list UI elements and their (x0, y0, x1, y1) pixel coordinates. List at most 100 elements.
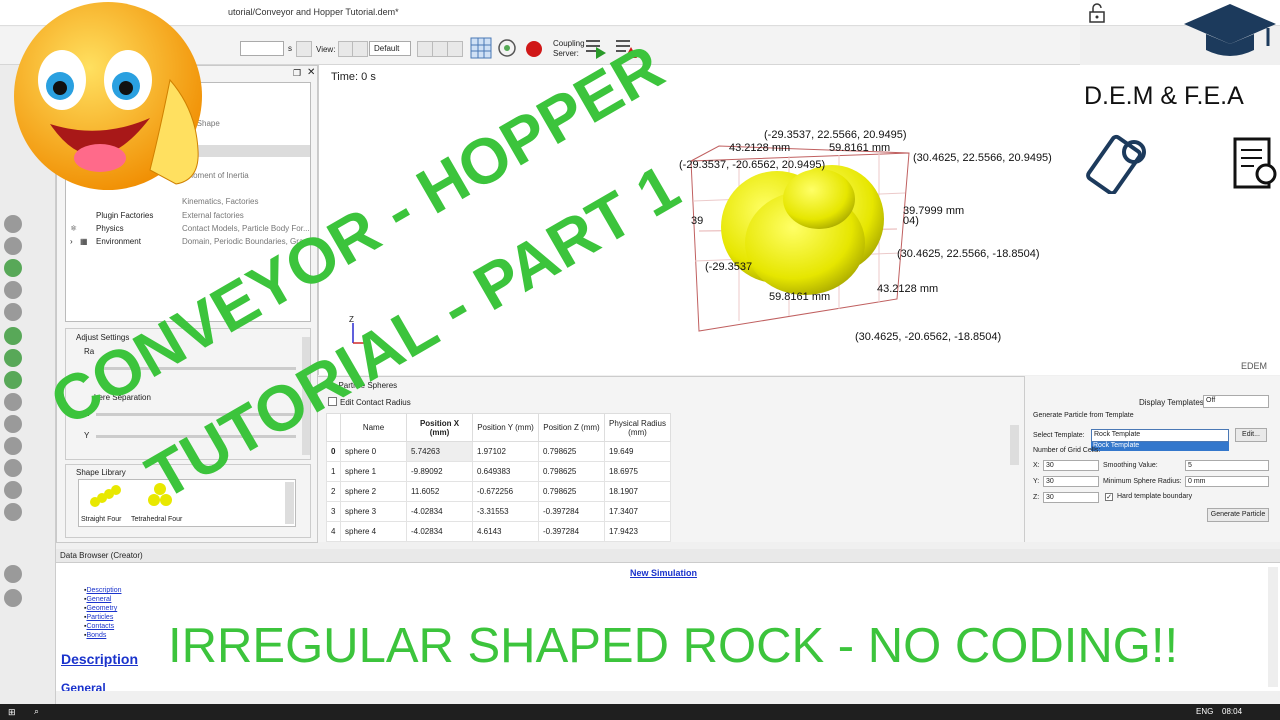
view-select[interactable]: Default (369, 41, 411, 56)
coord-label: 59.8161 mm (829, 142, 891, 154)
generate-particle-panel: Display Templates: Off Generate Particle… (1024, 376, 1280, 542)
time-readout: Time: 0 s (331, 71, 376, 83)
edit-button[interactable] (447, 41, 463, 57)
unlock-icon[interactable] (1088, 2, 1106, 24)
brand-text: D.E.M & F.E.A (1084, 82, 1244, 110)
coord-label: 43.2128 mm (729, 142, 791, 154)
language-indicator[interactable]: ENG (1196, 707, 1213, 716)
grid-z-input[interactable]: 30 (1043, 492, 1099, 503)
view-plus-button[interactable] (352, 41, 368, 57)
column-header[interactable]: Position Y (mm) (472, 413, 539, 442)
grid-x-input[interactable]: 30 (1043, 460, 1099, 471)
generate-section-title: Generate Particle from Template (1033, 412, 1134, 419)
time-step-select[interactable] (240, 41, 284, 56)
search-icon[interactable]: ⌕ (34, 706, 39, 717)
close-icon[interactable]: ✕ (307, 67, 315, 78)
graduation-cap-icon (1184, 4, 1276, 56)
table-row[interactable]: 2 sphere 2 11.6052 -0.672256 0.798625 18… (326, 481, 671, 502)
edem-logo: EDEM (1241, 361, 1268, 371)
strip-tool-icon[interactable] (4, 327, 22, 345)
link-contacts[interactable]: ▪Contacts (84, 622, 122, 631)
reset-button[interactable] (432, 41, 448, 57)
target-icon[interactable] (496, 37, 518, 59)
certificate-icon (1233, 137, 1277, 189)
display-templates-select[interactable]: Off (1203, 395, 1269, 408)
scrollbar[interactable] (285, 482, 294, 524)
column-header: Name (340, 413, 407, 442)
diploma-scroll-icon (1086, 134, 1146, 194)
scrollbar[interactable] (1010, 425, 1019, 465)
smoothing-input[interactable]: 5 (1185, 460, 1269, 471)
window-title: utorial/Conveyor and Hopper Tutorial.dem… (228, 7, 399, 17)
coord-label: (30.4625, -20.6562, -18.8504) (855, 331, 1002, 343)
table-row[interactable]: 3 sphere 3 -4.02834 -3.31553 -0.397284 1… (326, 501, 671, 522)
hard-boundary-checkbox[interactable]: ✓ (1105, 493, 1113, 501)
strip-tool-icon[interactable] (4, 415, 22, 433)
grid-y-input[interactable]: 30 (1043, 476, 1099, 487)
grid-icon[interactable] (470, 37, 492, 59)
grid-z-label: Z: (1033, 494, 1040, 501)
strip-tool-icon[interactable] (4, 349, 22, 367)
link-general[interactable]: ▪General (84, 595, 122, 604)
column-header[interactable]: Position X (mm) (406, 413, 473, 442)
scrollbar[interactable] (1268, 567, 1278, 687)
particle-spheres-panel: Ra Particle Spheres Edit Contact Radius … (318, 376, 1024, 542)
table-row[interactable]: 4 sphere 4 -4.02834 4.6143 -0.397284 17.… (326, 521, 671, 542)
coord-label: (-29.3537, 22.5566, 20.9495) (764, 129, 907, 141)
select-template-dropdown[interactable]: Rock Template (1091, 429, 1229, 442)
settings-button[interactable] (417, 41, 433, 57)
taskbar: ⊞ ⌕ ENG 08:04 (0, 704, 1280, 720)
strip-tool-icon[interactable] (4, 459, 22, 477)
shape-item-label: Straight Four (81, 516, 122, 523)
dropdown-option-rock-template[interactable]: Rock Template (1091, 442, 1229, 451)
strip-tool-icon[interactable] (4, 565, 22, 583)
spheres-table: Name Position X (mm) Position Y (mm) Pos… (326, 413, 671, 542)
strip-tool-icon[interactable] (4, 259, 22, 277)
straight-four-shape-icon[interactable] (87, 484, 127, 508)
strip-tool-icon[interactable] (4, 393, 22, 411)
grid-x-label: X: (1033, 462, 1040, 469)
tree-item-physics[interactable]: ⚛ Physics Contact Models, Particle Body … (70, 224, 310, 236)
strip-tool-icon[interactable] (4, 503, 22, 521)
grid-cells-label: Number of Grid Cells: (1033, 447, 1101, 454)
rock-particle[interactable] (717, 163, 907, 299)
display-templates-label: Display Templates: (1139, 398, 1206, 407)
coupling-label-1: Coupling (553, 39, 585, 48)
shape-library-title: Shape Library (76, 468, 126, 477)
float-icon[interactable]: ❐ (293, 68, 301, 79)
time-unit: s (288, 44, 292, 53)
generate-particle-button[interactable]: Generate Particle (1207, 508, 1269, 522)
strip-tool-icon[interactable] (4, 303, 22, 321)
thumbs-up-smiley-icon (14, 2, 202, 190)
link-geometry[interactable]: ▪Geometry (84, 604, 122, 613)
new-simulation-link[interactable]: New Simulation (630, 568, 697, 578)
skip-end-button[interactable] (296, 41, 312, 57)
column-header[interactable]: Physical Radius (mm) (604, 413, 671, 442)
coord-label: (-29.3537, -20.6562, 20.9495) (679, 159, 826, 171)
link-particles[interactable]: ▪Particles (84, 613, 122, 622)
table-row[interactable]: 1 sphere 1 -9.89092 0.649383 0.798625 18… (326, 461, 671, 482)
clock: 08:04 (1222, 707, 1243, 716)
record-icon[interactable] (522, 37, 544, 59)
tree-item-plugin-factories[interactable]: Plugin Factories External factories (70, 211, 310, 223)
edit-template-button[interactable]: Edit... (1235, 428, 1267, 442)
description-heading[interactable]: Description (61, 651, 138, 667)
link-bonds[interactable]: ▪Bonds (84, 631, 122, 640)
grid-y-label: Y: (1033, 478, 1040, 485)
coord-label: (30.4625, 22.5566, 20.9495) (913, 152, 1052, 164)
windows-start-icon[interactable]: ⊞ (8, 707, 16, 718)
coord-label: 39 (691, 215, 704, 227)
table-row[interactable]: 0 sphere 0 5.74263 1.97102 0.798625 19.6… (326, 441, 671, 462)
strip-tool-icon[interactable] (4, 589, 22, 607)
link-description[interactable]: ▪Description (84, 586, 122, 595)
column-header[interactable]: Position Z (mm) (538, 413, 605, 442)
strip-tool-icon[interactable] (4, 215, 22, 233)
strip-tool-icon[interactable] (4, 481, 22, 499)
strip-tool-icon[interactable] (4, 437, 22, 455)
strip-tool-icon[interactable] (4, 237, 22, 255)
general-heading[interactable]: General (61, 681, 106, 691)
strip-tool-icon[interactable] (4, 371, 22, 389)
min-radius-input[interactable]: 0 mm (1185, 476, 1269, 487)
chevron-right-icon[interactable]: › (70, 237, 73, 246)
strip-tool-icon[interactable] (4, 281, 22, 299)
